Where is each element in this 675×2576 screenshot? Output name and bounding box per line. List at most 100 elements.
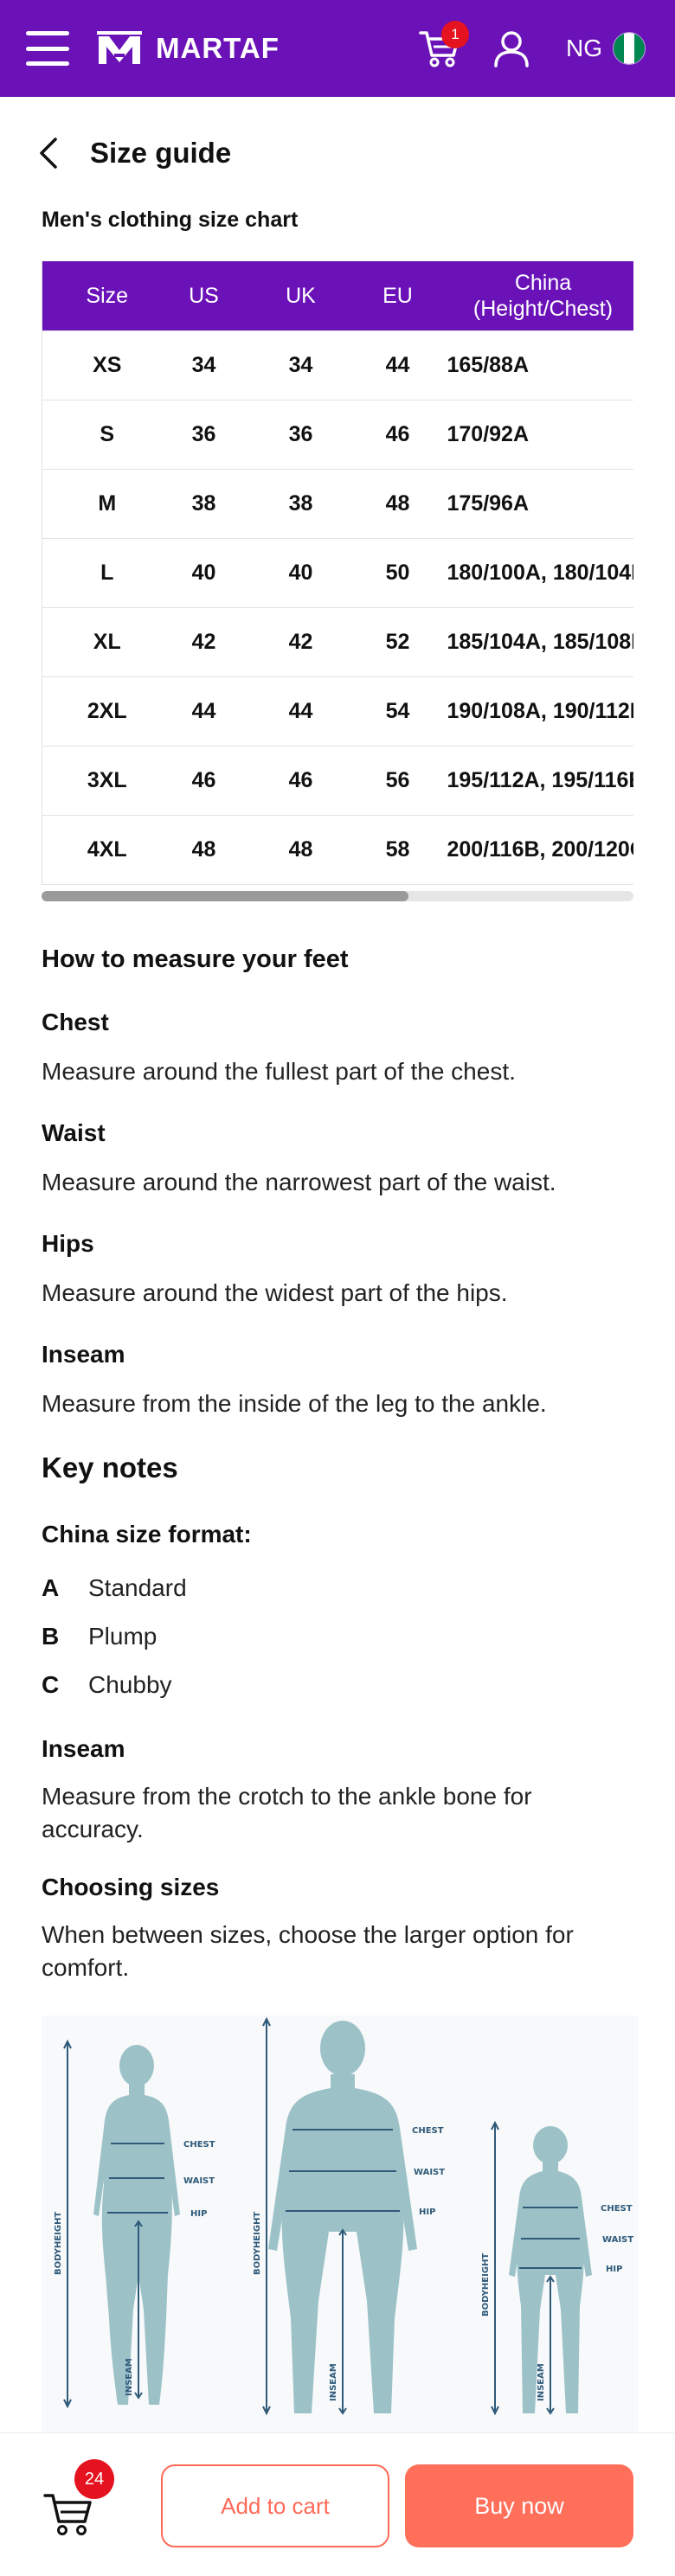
china-format-title: China size format: [42, 1521, 252, 1548]
cell-size: M [42, 468, 172, 538]
key-notes-heading: Key notes [42, 1451, 178, 1483]
cart-count-badge: 24 [74, 2459, 114, 2499]
label-hip: HIP [606, 2265, 622, 2274]
cart-button[interactable]: 1 [417, 21, 469, 71]
label-inseam: INSEAM [329, 2363, 338, 2401]
bottom-action-bar: 24 Add to cart Buy now [0, 2432, 675, 2576]
measure-heading: How to measure your feet [42, 945, 349, 973]
column-header-china: China (Height/Chest) [429, 261, 633, 330]
cell-china: 185/104A, 185/108B [429, 606, 633, 676]
scrollbar-thumb[interactable] [42, 891, 408, 901]
hamburger-menu-icon[interactable] [26, 31, 69, 66]
top-app-bar: MARTAF 1 NG [0, 0, 675, 97]
format-item: B Plump [42, 1623, 157, 1650]
cell-china: 180/100A, 180/104B [429, 537, 633, 607]
table-row: 3XL 46 46 56 195/112A, 195/116B [42, 745, 633, 815]
size-chart-table: Size US UK EU China (Height/Chest) XS 34 3… [42, 261, 633, 885]
label-waist: WAIST [183, 2176, 215, 2186]
cell-china: 165/88A [429, 330, 633, 400]
cell-uk: 36 [235, 399, 366, 469]
cell-eu: 50 [365, 537, 430, 607]
measure-hips-text: Measure around the widest part of the hi… [42, 1279, 508, 1306]
cell-size: XS [42, 330, 172, 400]
nigeria-flag-icon [613, 32, 646, 65]
inseam-note-title: Inseam [42, 1735, 125, 1762]
buy-now-button[interactable]: Buy now [405, 2464, 633, 2547]
region-code: NG [566, 35, 602, 61]
label-bodyheight: BODYHEIGHT [253, 2212, 262, 2275]
cell-eu: 58 [365, 814, 430, 885]
column-header-size: Size [42, 261, 172, 330]
cell-eu: 52 [365, 606, 430, 676]
cell-uk: 34 [235, 330, 366, 400]
cell-eu: 46 [365, 399, 430, 469]
page-title: Size guide [90, 137, 232, 169]
cell-uk: 46 [235, 745, 366, 815]
cell-eu: 56 [365, 745, 430, 815]
cell-size: 2XL [42, 676, 172, 746]
measure-inseam-title: Inseam [42, 1341, 125, 1368]
label-hip: HIP [190, 2209, 207, 2219]
cell-uk: 38 [235, 468, 366, 538]
cell-size: 3XL [42, 745, 172, 815]
measure-hips-title: Hips [42, 1230, 94, 1257]
cell-us: 48 [171, 814, 236, 885]
measure-inseam-text: Measure from the inside of the leg to th… [42, 1390, 547, 1417]
cell-us: 36 [171, 399, 236, 469]
cell-eu: 54 [365, 676, 430, 746]
format-item: A Standard [42, 1574, 187, 1602]
cart-count-badge: 1 [441, 21, 469, 48]
chevron-left-icon[interactable] [33, 134, 64, 172]
user-icon[interactable] [492, 29, 531, 68]
brand-logo[interactable]: MARTAF [95, 29, 280, 67]
table-row: S 36 36 46 170/92A [42, 399, 633, 469]
table-row: 2XL 44 44 54 190/108A, 190/112B [42, 676, 633, 746]
label-bodyheight: BODYHEIGHT [54, 2212, 63, 2275]
cell-china: 190/108A, 190/112B [429, 676, 633, 746]
label-waist: WAIST [414, 2168, 445, 2177]
cell-us: 34 [171, 330, 236, 400]
format-letter: B [42, 1623, 60, 1650]
cell-us: 46 [171, 745, 236, 815]
table-row: XL 42 42 52 185/104A, 185/108B [42, 606, 633, 676]
table-horizontal-scrollbar[interactable] [42, 891, 633, 901]
size-chart-heading: Men's clothing size chart [42, 208, 299, 232]
cell-uk: 48 [235, 814, 366, 885]
format-name: Chubby [88, 1671, 172, 1698]
choosing-sizes-title: Choosing sizes [42, 1874, 220, 1900]
page-header: Size guide [0, 97, 675, 209]
cell-size: 4XL [42, 814, 172, 885]
table-row: L 40 40 50 180/100A, 180/104B [42, 537, 633, 607]
cell-size: L [42, 537, 172, 607]
column-header-uk: UK [235, 261, 366, 330]
cell-china: 195/112A, 195/116B [429, 745, 633, 815]
size-chart-table-container[interactable]: Size US UK EU China (Height/Chest) XS 34 3… [42, 261, 633, 903]
cell-us: 40 [171, 537, 236, 607]
cell-uk: 42 [235, 606, 366, 676]
format-name: Standard [88, 1574, 187, 1601]
label-bodyheight: BODYHEIGHT [481, 2253, 491, 2316]
choosing-sizes-text: When between sizes, choose the larger op… [42, 1921, 574, 1981]
label-waist: WAIST [602, 2235, 633, 2245]
table-header-row: Size US UK EU China (Height/Chest) [42, 261, 633, 330]
inseam-note-text: Measure from the crotch to the ankle bon… [42, 1783, 532, 1842]
brand-name: MARTAF [156, 32, 280, 64]
table-row: M 38 38 48 175/96A [42, 468, 633, 538]
column-header-china-label: China (Height/Chest) [472, 270, 614, 321]
add-to-cart-button[interactable]: Add to cart [161, 2464, 389, 2547]
cell-china: 200/116B, 200/120C [429, 814, 633, 885]
region-selector[interactable]: NG [566, 32, 646, 65]
measure-waist-title: Waist [42, 1119, 106, 1146]
cell-uk: 40 [235, 537, 366, 607]
column-header-eu: EU [365, 261, 430, 330]
cell-us: 42 [171, 606, 236, 676]
cell-eu: 48 [365, 468, 430, 538]
cell-eu: 44 [365, 330, 430, 400]
measure-waist-text: Measure around the narrowest part of the… [42, 1169, 556, 1195]
format-item: C Chubby [42, 1671, 172, 1699]
column-header-us: US [171, 261, 236, 330]
cell-us: 44 [171, 676, 236, 746]
cell-us: 38 [171, 468, 236, 538]
format-letter: C [42, 1671, 60, 1698]
label-inseam: INSEAM [125, 2358, 134, 2396]
